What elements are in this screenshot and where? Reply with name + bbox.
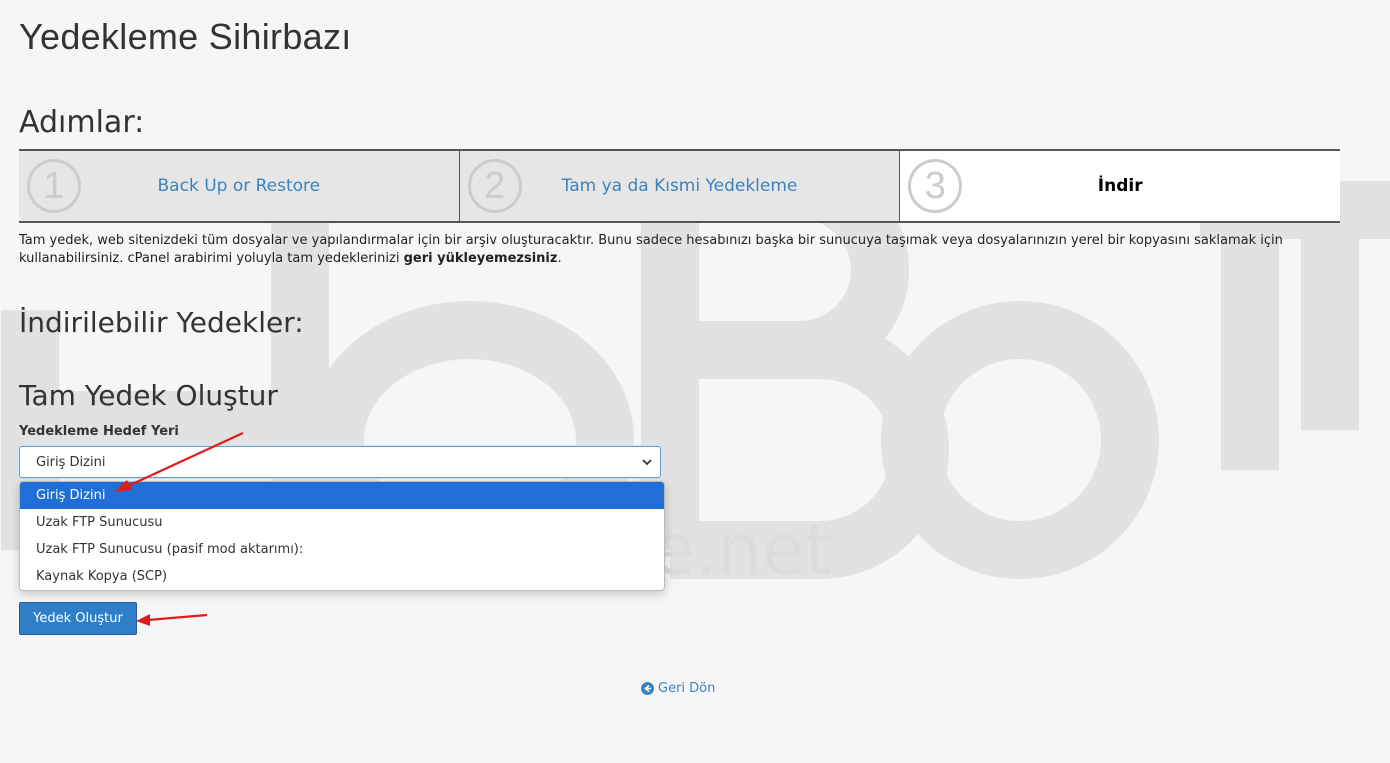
step-number-2: 2 [467,159,522,213]
chevron-down-icon [642,459,652,466]
back-arrow-icon [641,682,654,695]
step-download: 3 İndir [900,151,1341,221]
dropdown-option-remote-ftp-passive[interactable]: Uzak FTP Sunucusu (pasif mod aktarımı): [20,536,664,563]
step-label[interactable]: Tam ya da Kısmi Yedekleme [562,176,798,196]
destination-dropdown-list: Giriş Dizini Uzak FTP Sunucusu Uzak FTP … [19,481,665,591]
annotation-arrow-button [147,613,208,622]
step-number-3: 3 [908,159,963,213]
annotation-arrowhead-button [136,614,150,626]
downloads-heading: İndirilebilir Yedekler: [19,306,304,339]
full-backup-description: Tam yedek, web sitenizdeki tüm dosyalar … [19,232,1309,268]
steps-heading: Adımlar: [19,105,145,140]
step-number-1: 1 [27,159,81,213]
page-title: Yedekleme Sihirbazı [19,16,352,57]
step-label[interactable]: Back Up or Restore [158,176,321,196]
dropdown-option-home-dir[interactable]: Giriş Dizini [20,482,664,509]
go-back-link[interactable]: Geri Dön [641,681,715,696]
dropdown-option-scp[interactable]: Kaynak Kopya (SCP) [20,563,664,590]
create-backup-heading: Tam Yedek Oluştur [19,379,278,412]
destination-label: Yedekleme Hedef Yeri [19,424,179,439]
step-backup-restore[interactable]: 1 Back Up or Restore [19,151,460,221]
go-back-label: Geri Dön [658,681,716,696]
description-text: Tam yedek, web sitenizdeki tüm dosyalar … [19,233,1283,266]
create-backup-button[interactable]: Yedek Oluştur [19,602,137,635]
steps-bar: 1 Back Up or Restore 2 Tam ya da Kısmi Y… [19,149,1341,223]
step-full-partial[interactable]: 2 Tam ya da Kısmi Yedekleme [459,151,901,221]
description-end: . [557,251,562,266]
step-label: İndir [1097,176,1143,196]
destination-select[interactable]: Giriş Dizini [19,446,661,478]
description-bold: geri yükleyemezsiniz [403,251,558,266]
destination-select-value: Giriş Dizini [36,454,106,470]
dropdown-option-remote-ftp[interactable]: Uzak FTP Sunucusu [20,509,664,536]
